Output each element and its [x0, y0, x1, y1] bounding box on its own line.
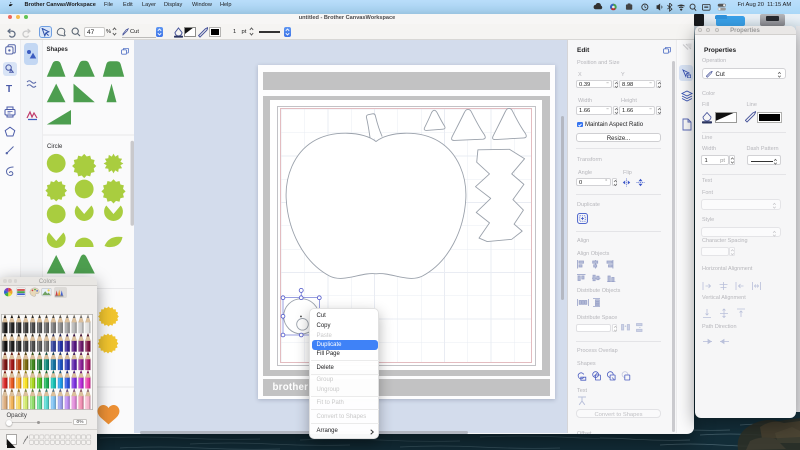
svg-text:Circle: Circle	[47, 144, 63, 150]
